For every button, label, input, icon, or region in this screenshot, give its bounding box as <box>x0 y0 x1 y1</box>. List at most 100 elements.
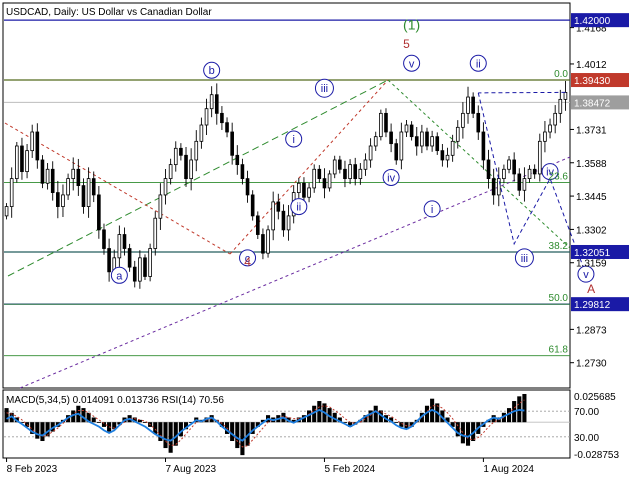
candle-body <box>231 132 234 155</box>
header-description: US Dollar vs Canadian Dollar <box>82 7 213 18</box>
candle-body <box>169 165 172 179</box>
candle <box>154 211 157 255</box>
macd-histogram-bar <box>92 417 96 422</box>
candle-body <box>477 113 480 132</box>
candle-body <box>472 97 475 113</box>
header-symbol: USDCAD <box>6 7 48 18</box>
macd-histogram-bar <box>466 422 470 446</box>
candle-body <box>118 235 121 258</box>
candle-body <box>108 249 111 272</box>
price-tag-label: 1.32051 <box>574 248 611 259</box>
macd-histogram-bar <box>235 422 239 448</box>
fib-level-label: 0.0 <box>554 69 568 80</box>
candle-body <box>436 137 439 151</box>
candle-body <box>338 160 341 169</box>
candle-body <box>374 137 377 146</box>
candle-body <box>210 95 213 109</box>
wave-label: i <box>286 131 302 147</box>
candle-body <box>323 179 326 188</box>
candle-body <box>159 195 162 218</box>
candle-body <box>200 125 203 141</box>
indicator-tick-label: 0.025685 <box>574 392 616 403</box>
wave-label: ii <box>291 199 307 215</box>
candle-body <box>303 183 306 197</box>
macd-histogram-bar <box>35 422 39 438</box>
candle-body <box>559 99 562 113</box>
wave-label-text: iv <box>387 172 395 184</box>
candle-body <box>400 132 403 160</box>
candle-body <box>467 97 470 113</box>
wave-label: b <box>204 62 220 78</box>
candle-body <box>451 141 454 155</box>
candle-body <box>97 195 100 230</box>
candle-body <box>164 179 167 195</box>
candle-body <box>482 132 485 160</box>
candle-body <box>487 160 490 179</box>
wave-degree-label: (1) <box>403 16 420 32</box>
candle-body <box>174 148 177 164</box>
candle-body <box>395 144 398 160</box>
y-tick-label: 1.3445 <box>576 192 607 203</box>
price-tag-label: 1.42000 <box>574 16 611 27</box>
x-tick-label: 8 Feb 2023 <box>7 464 58 475</box>
candle <box>251 190 254 220</box>
fib-level-label: 23.6 <box>549 172 569 183</box>
candle-body <box>179 148 182 155</box>
candle-body <box>513 160 516 174</box>
chart-root: abciiiiiiivviiiiiiivv(1)5A4 1.41681.4012… <box>0 0 640 480</box>
candle-body <box>328 174 331 188</box>
candle-body <box>138 258 141 281</box>
wave-label-text: a <box>116 270 123 282</box>
candle-body <box>205 109 208 125</box>
candle-body <box>190 160 193 179</box>
candle-body <box>51 169 54 192</box>
candle-body <box>379 113 382 136</box>
candle-body <box>36 132 39 160</box>
wave-label: a <box>111 267 127 283</box>
candle-body <box>344 169 347 178</box>
wave-label-text: v <box>409 58 415 70</box>
wave-degree-label: 5 <box>403 37 410 51</box>
y-tick-label: 1.3588 <box>576 159 607 170</box>
candle-body <box>502 169 505 178</box>
macd-histogram-bar <box>174 422 178 446</box>
indicator-tick-label: 70.00 <box>574 407 599 418</box>
candle-body <box>456 127 459 141</box>
candle-body <box>128 249 131 268</box>
fib-level-label: 38.2 <box>549 241 569 252</box>
candle-body <box>133 267 136 281</box>
candle-body <box>333 160 336 174</box>
candle-body <box>549 125 552 132</box>
candle-body <box>523 179 526 191</box>
candle-body <box>220 113 223 122</box>
price-tag-label: 1.39430 <box>574 76 611 87</box>
candle-body <box>267 230 270 253</box>
candle-body <box>26 151 29 172</box>
candle-body <box>461 113 464 127</box>
wave-label: v <box>404 55 420 71</box>
y-tick-label: 1.2730 <box>576 359 607 370</box>
y-tick-label: 1.3731 <box>576 125 607 136</box>
fib-level-label: 50.0 <box>549 293 569 304</box>
candle-body <box>149 249 152 277</box>
candle-body <box>518 174 521 190</box>
candle-body <box>262 235 265 254</box>
candle-body <box>41 160 44 183</box>
wave-degree-label: A <box>587 282 595 296</box>
candle-body <box>67 179 70 195</box>
candle-body <box>497 179 500 195</box>
wave-label: ii <box>470 55 486 71</box>
candle <box>41 155 44 188</box>
y-tick-label: 1.2873 <box>576 325 607 336</box>
candle-body <box>144 258 147 277</box>
candle-body <box>492 179 495 195</box>
candle <box>144 254 147 280</box>
chart-header: USDCAD, Daily: US Dollar vs Canadian Dol… <box>6 7 212 18</box>
header-timeframe: Daily <box>54 7 76 18</box>
candle-body <box>277 202 280 211</box>
candle-body <box>528 169 531 178</box>
candle <box>267 225 270 257</box>
candle-body <box>297 183 300 192</box>
chart-canvas: abciiiiiiivviiiiiiivv(1)5A4 1.41681.4012… <box>0 0 640 480</box>
candle-body <box>538 141 541 174</box>
